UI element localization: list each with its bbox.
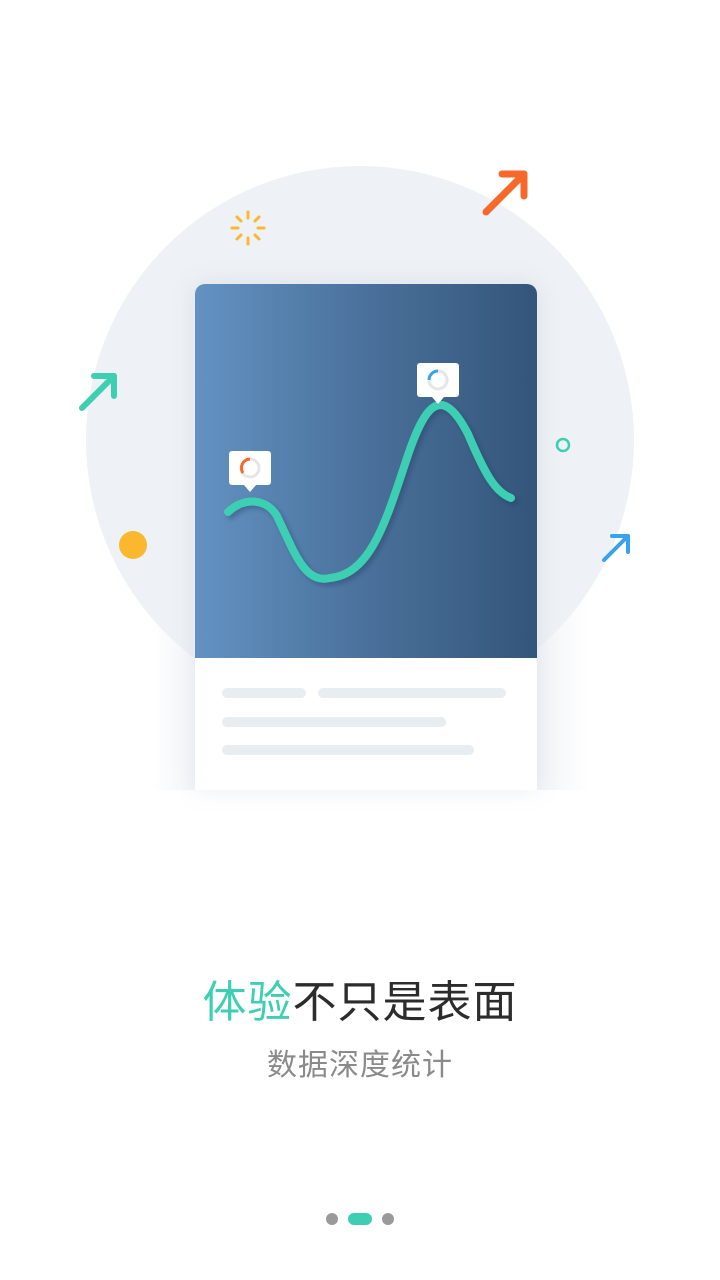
title-rest: 不只是表面 [292, 977, 518, 1028]
onboarding-illustration [0, 0, 720, 820]
trend-curve [224, 401, 515, 583]
arrow-up-right-icon [602, 534, 630, 562]
placeholder-line [222, 717, 446, 727]
yellow-dot [119, 531, 147, 559]
title-accent: 体验 [202, 977, 293, 1028]
donut-icon [229, 451, 271, 492]
page-dot-2-active[interactable] [348, 1213, 372, 1225]
chart-panel [195, 284, 537, 658]
placeholder-line [222, 745, 474, 755]
placeholder-line [318, 688, 506, 698]
ring-icon [555, 437, 571, 453]
arrow-up-right-icon [79, 373, 117, 411]
placeholder-line [222, 688, 306, 698]
arrow-up-right-icon [482, 170, 528, 216]
page-dot-1[interactable] [326, 1213, 338, 1225]
page-dot-3[interactable] [382, 1213, 394, 1225]
donut-icon [417, 363, 459, 404]
onboarding-subtitle: 数据深度统计 [267, 1048, 453, 1083]
sparkle-icon [230, 210, 266, 246]
phone-card [195, 284, 537, 790]
page-indicator [0, 1212, 720, 1226]
onboarding-title: 体验不只是表面 [0, 966, 720, 1030]
